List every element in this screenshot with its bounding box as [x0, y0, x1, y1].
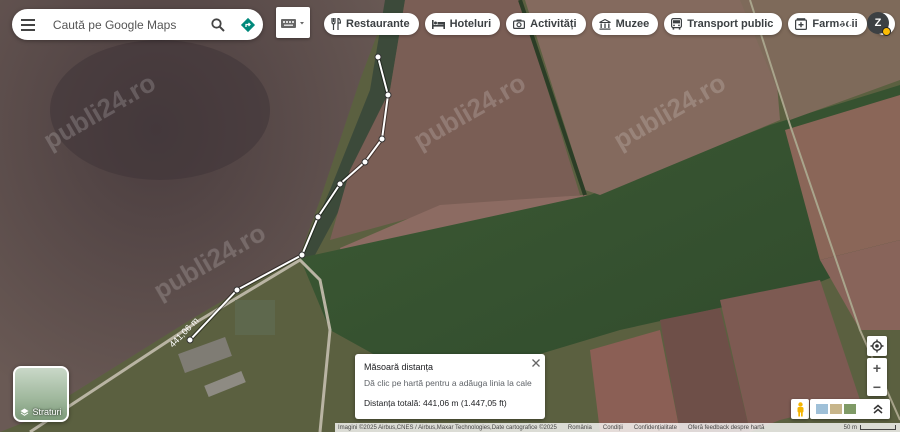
- measure-point[interactable]: [233, 286, 241, 294]
- map-footer: Imagini ©2025 Airbus,CNES / Airbus,Maxar…: [335, 423, 900, 432]
- menu-button[interactable]: [12, 9, 45, 40]
- measure-point[interactable]: [336, 180, 344, 188]
- layers-button[interactable]: Straturi: [13, 366, 69, 422]
- layers-icon: [20, 408, 29, 416]
- my-location-icon: [870, 339, 884, 353]
- scale-label: 50 m: [843, 424, 857, 431]
- zoom-in-button[interactable]: +: [867, 358, 887, 377]
- measure-point[interactable]: [374, 53, 382, 61]
- imagery-thumb[interactable]: [830, 404, 842, 414]
- chip-activities[interactable]: Activități: [506, 13, 586, 35]
- bed-icon: [431, 20, 445, 29]
- measure-point[interactable]: [378, 135, 386, 143]
- chip-label: Restaurante: [346, 18, 410, 30]
- privacy-link[interactable]: Confidențialitate: [634, 425, 677, 431]
- chip-restaurants[interactable]: Restaurante: [324, 13, 419, 35]
- measure-point[interactable]: [361, 158, 369, 166]
- account-avatar[interactable]: Z: [867, 12, 891, 36]
- measure-point[interactable]: [186, 336, 194, 344]
- imagery-selector: [810, 399, 890, 419]
- chip-label: Transport public: [687, 18, 774, 30]
- chip-museums[interactable]: Muzee: [591, 13, 659, 35]
- chip-label: Muzee: [615, 18, 650, 30]
- scale-line: [860, 425, 896, 430]
- input-tools-button[interactable]: [276, 7, 310, 38]
- measure-distance-card: Măsoară distanța Dă clic pe hartă pentru…: [355, 354, 545, 419]
- menu-icon: [21, 18, 36, 31]
- scale-bar[interactable]: 50 m: [844, 425, 900, 431]
- chip-hotels[interactable]: Hoteluri: [424, 13, 501, 35]
- zoom-out-button[interactable]: −: [867, 377, 887, 396]
- search-button[interactable]: [205, 9, 232, 40]
- layers-label: Straturi: [32, 407, 62, 417]
- measure-title: Măsoară distanța: [364, 362, 434, 372]
- close-icon[interactable]: [531, 358, 541, 368]
- terms-link[interactable]: Condiții: [603, 425, 623, 431]
- feedback-link[interactable]: Oferă feedback despre hartă: [688, 425, 764, 431]
- measure-point[interactable]: [314, 213, 322, 221]
- avatar-initial: Z: [874, 17, 882, 29]
- pharmacy-icon: [795, 18, 808, 30]
- chevrons-up-icon[interactable]: [872, 403, 884, 415]
- category-chips: Restaurante Hoteluri Activități Muzee Tr…: [324, 13, 895, 35]
- chip-label: Activități: [530, 18, 577, 30]
- measure-hint: Dă clic pe hartă pentru a adăuga linia l…: [364, 378, 532, 388]
- zoom-controls: + −: [867, 358, 887, 396]
- chip-public-transport[interactable]: Transport public: [664, 13, 783, 35]
- bus-icon: [671, 18, 683, 30]
- imagery-thumb[interactable]: [816, 404, 828, 414]
- museum-icon: [598, 18, 611, 30]
- imagery-thumb[interactable]: [844, 404, 856, 414]
- measure-total: Distanța totală: 441,06 m (1.447,05 ft): [364, 398, 507, 408]
- camera-icon: [513, 19, 526, 29]
- search-box: [12, 9, 263, 40]
- pegman-icon: [797, 401, 803, 416]
- pegman-button[interactable]: [791, 399, 809, 419]
- country-link[interactable]: România: [568, 425, 592, 431]
- chip-label: Hoteluri: [449, 18, 492, 30]
- directions-button[interactable]: [232, 9, 263, 40]
- keyboard-icon: [281, 18, 304, 28]
- measure-point[interactable]: [298, 251, 306, 259]
- my-location-button[interactable]: [867, 336, 887, 356]
- search-input[interactable]: [50, 16, 205, 33]
- measure-point[interactable]: [384, 91, 392, 99]
- directions-icon: [240, 17, 255, 32]
- attribution: Imagini ©2025 Airbus,CNES / Airbus,Maxar…: [338, 424, 557, 431]
- apps-grid-icon: [838, 15, 852, 29]
- notification-dot: [882, 27, 891, 36]
- layers-label-row: Straturi: [15, 407, 67, 417]
- fork-knife-icon: [331, 18, 341, 30]
- search-icon: [211, 17, 226, 32]
- apps-button[interactable]: [835, 12, 855, 32]
